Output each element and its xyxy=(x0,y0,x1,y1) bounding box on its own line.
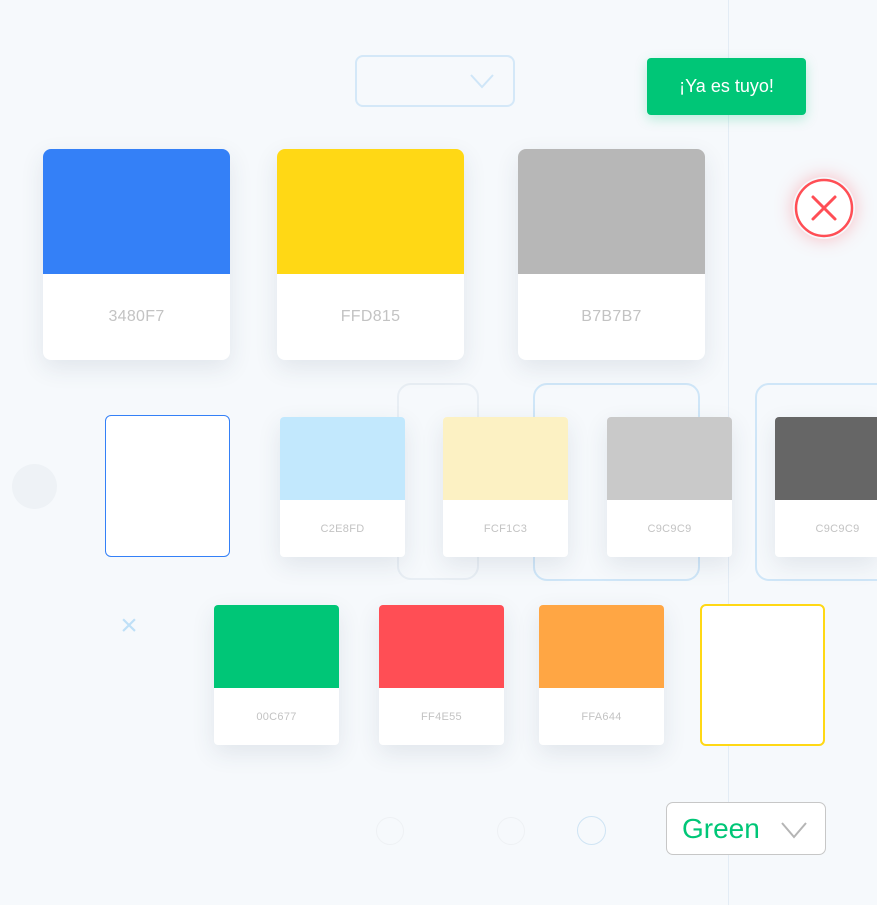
swatch-code: FCF1C3 xyxy=(483,522,528,535)
swatch-card[interactable]: 00C677 xyxy=(214,605,339,745)
swatch-code: C9C9C9 xyxy=(647,522,692,535)
swatch-code: 00C677 xyxy=(256,710,297,723)
swatch-code: C2E8FD xyxy=(320,522,365,535)
swatch-color xyxy=(280,417,405,500)
swatch-color xyxy=(443,417,568,500)
success-toast: ¡Ya es tuyo! xyxy=(647,58,806,115)
swatch-code: C9C9C9 xyxy=(815,522,860,535)
close-button[interactable] xyxy=(793,177,855,239)
background-circle xyxy=(376,817,404,845)
swatch-color xyxy=(518,149,705,274)
chevron-down-icon xyxy=(470,74,494,89)
swatch-color xyxy=(775,417,877,500)
swatch-card[interactable]: 3480F7 xyxy=(43,149,230,360)
x-icon: × xyxy=(120,609,138,642)
swatch-code: FFA644 xyxy=(581,710,622,723)
swatch-color xyxy=(539,605,664,688)
swatch-card[interactable]: C9C9C9 xyxy=(775,417,877,557)
swatch-code: FFD815 xyxy=(340,308,401,325)
swatch-color xyxy=(277,149,464,274)
swatch-card[interactable]: FCF1C3 xyxy=(443,417,568,557)
swatch-card[interactable]: FFA644 xyxy=(539,605,664,745)
swatch-card[interactable]: B7B7B7 xyxy=(518,149,705,360)
swatch-color xyxy=(43,149,230,274)
swatch-card[interactable]: C9C9C9 xyxy=(607,417,732,557)
color-dropdown[interactable]: Green xyxy=(666,802,826,855)
swatch-color xyxy=(607,417,732,500)
swatch-color xyxy=(214,605,339,688)
swatch-code: FF4E55 xyxy=(421,710,462,723)
ghost-dropdown xyxy=(355,55,515,107)
background-circle xyxy=(497,817,525,845)
swatch-card-empty[interactable] xyxy=(700,604,825,746)
swatch-card-empty[interactable] xyxy=(105,415,230,557)
swatch-card[interactable]: C2E8FD xyxy=(280,417,405,557)
background-circle xyxy=(577,816,606,845)
dropdown-selected-value: Green xyxy=(682,812,760,844)
swatch-code: 3480F7 xyxy=(108,308,165,325)
close-circle-icon xyxy=(794,178,854,238)
chevron-down-icon xyxy=(781,822,807,839)
swatch-card[interactable]: FF4E55 xyxy=(379,605,504,745)
swatch-color xyxy=(379,605,504,688)
background-circle xyxy=(12,464,57,509)
swatch-code: B7B7B7 xyxy=(581,308,642,325)
swatch-card[interactable]: FFD815 xyxy=(277,149,464,360)
toast-text: ¡Ya es tuyo! xyxy=(679,76,774,96)
